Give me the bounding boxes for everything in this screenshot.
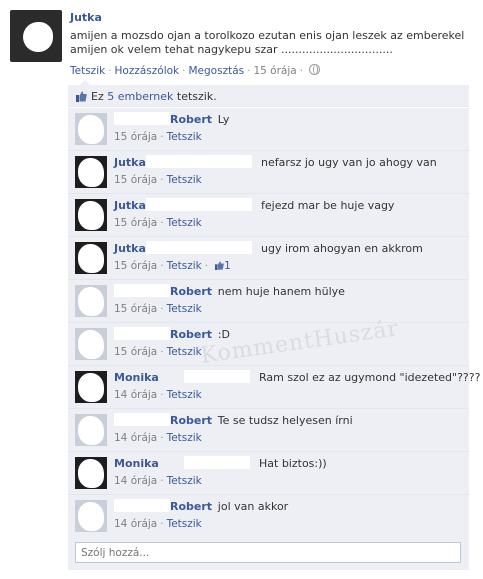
comment-author[interactable]: Jutka <box>114 242 146 255</box>
comment-author[interactable]: Robert <box>170 285 212 298</box>
redaction-box <box>184 370 250 383</box>
comment: Monika Ram szol ez az ugymond "idezeted"?… <box>68 366 480 409</box>
comment-text: Te se tudsz helyesen írni <box>217 414 353 427</box>
like-post-link[interactable]: Tetszik <box>70 65 105 77</box>
comment-like-link[interactable]: Tetszik <box>167 174 202 186</box>
comment-meta: 15 órája · Tetszik <box>114 131 202 143</box>
comment-text: fejezd mar be huje vagy <box>261 199 395 212</box>
comment-avatar[interactable] <box>75 371 107 403</box>
comment-author[interactable]: Robert <box>170 113 212 126</box>
comment: Jutka ugy irom ahogyan en akkrom 15 órája ·… <box>68 237 469 280</box>
comment: Robert Ly 15 órája · Tetszik <box>68 108 469 151</box>
comment-text: Hat biztos:)) <box>259 457 327 470</box>
comment-timestamp[interactable]: 15 órája <box>114 131 157 143</box>
comment: Robert Te se tudsz helyesen írni 14 órája ·… <box>68 409 469 452</box>
comment-meta: 14 órája · Tetszik <box>114 389 202 401</box>
comment-timestamp[interactable]: 15 órája <box>114 260 157 272</box>
comment-text: nefarsz jo ugy van jo ahogy van <box>261 156 437 169</box>
comment-timestamp[interactable]: 15 órája <box>114 174 157 186</box>
comment-text: Ly <box>217 113 230 126</box>
comment-meta: 15 órája · Tetszik <box>114 217 202 229</box>
reply-row <box>68 537 469 570</box>
comment-meta: 14 órája · Tetszik <box>114 432 202 444</box>
comment-like-link[interactable]: Tetszik <box>167 303 202 315</box>
redaction-box <box>146 198 252 211</box>
redaction-box <box>114 413 170 426</box>
comment-meta: 14 órája · Tetszik <box>114 475 202 487</box>
comment: Jutka nefarsz jo ugy van jo ahogy van 15 ó… <box>68 151 469 194</box>
post-meta: Tetszik · Hozzászólok · Megosztás · 15 órája · <box>70 64 321 77</box>
likers-link[interactable]: 5 embernek <box>107 90 173 103</box>
comment-avatar[interactable] <box>75 285 107 317</box>
comment-input[interactable] <box>75 542 461 563</box>
redaction-box <box>114 112 170 125</box>
post-avatar[interactable] <box>10 10 62 62</box>
comment: Robert :D 15 órája · Tetszik <box>68 323 469 366</box>
comment-like-count[interactable]: 1 <box>211 260 231 272</box>
comment: Robert jol van akkor 14 órája · Tetszik <box>68 495 469 538</box>
comment-text: :D <box>217 328 230 341</box>
comment-like-link[interactable]: Tetszik <box>167 432 202 444</box>
comment-meta: 15 órája · Tetszik <box>114 303 202 315</box>
comment-avatar[interactable] <box>75 199 107 231</box>
redaction-box <box>146 155 252 168</box>
comment-avatar[interactable] <box>75 457 107 489</box>
comment-timestamp[interactable]: 14 órája <box>114 432 157 444</box>
comment-text: Ram szol ez az ugymond "idezeted"???? <box>259 371 481 384</box>
comment-post-link[interactable]: Hozzászólok <box>115 65 180 77</box>
globe-icon <box>309 64 321 75</box>
comment-timestamp[interactable]: 15 órája <box>114 303 157 315</box>
comment-avatar[interactable] <box>75 500 107 532</box>
thumbs-up-icon <box>76 91 87 102</box>
comment-avatar[interactable] <box>75 414 107 446</box>
comment-timestamp[interactable]: 14 órája <box>114 518 157 530</box>
comment-text: jol van akkor <box>217 500 289 513</box>
comment-like-link[interactable]: Tetszik <box>167 260 202 272</box>
comment-like-link[interactable]: Tetszik <box>167 475 202 487</box>
comment-author[interactable]: Robert <box>170 328 212 341</box>
comment-meta: 15 órája · Tetszik · 1 <box>114 260 231 272</box>
post-timestamp[interactable]: 15 órája <box>253 65 296 77</box>
comment-author[interactable]: Monika <box>114 457 159 470</box>
comment: Robert nem huje hanem hülye 15 órája · Tetsz… <box>68 280 469 323</box>
thumbs-up-icon <box>215 261 224 270</box>
comment-meta: 15 órája · Tetszik <box>114 174 202 186</box>
comment-like-link[interactable]: Tetszik <box>167 217 202 229</box>
comment-like-link[interactable]: Tetszik <box>167 389 202 401</box>
comment-author[interactable]: Monika <box>114 371 159 384</box>
redaction-box <box>114 284 170 297</box>
redaction-box <box>184 456 250 469</box>
comment-like-link[interactable]: Tetszik <box>167 346 202 358</box>
comment-avatar[interactable] <box>75 113 107 145</box>
comment-author[interactable]: Robert <box>170 500 212 513</box>
redaction-box <box>114 327 170 340</box>
comment-avatar[interactable] <box>75 328 107 360</box>
comment-meta: 15 órája · Tetszik <box>114 346 202 358</box>
comment-like-link[interactable]: Tetszik <box>167 518 202 530</box>
comment-avatar[interactable] <box>75 156 107 188</box>
comment: Monika Hat biztos:)) 14 órája · Tetszik <box>68 452 469 495</box>
comment-text: nem huje hanem hülye <box>217 285 345 298</box>
comment-author[interactable]: Jutka <box>114 156 146 169</box>
comment-author[interactable]: Robert <box>170 414 212 427</box>
redaction-box <box>114 499 170 512</box>
comment-timestamp[interactable]: 15 órája <box>114 217 157 229</box>
comment-timestamp[interactable]: 14 órája <box>114 389 157 401</box>
comment-author[interactable]: Jutka <box>114 199 146 212</box>
comment: Jutka fejezd mar be huje vagy 15 órája · Tet… <box>68 194 469 237</box>
comment-like-link[interactable]: Tetszik <box>167 131 202 143</box>
comment-meta: 14 órája · Tetszik <box>114 518 202 530</box>
comment-avatar[interactable] <box>75 242 107 274</box>
post-text: amijen a mozsdo ojan a torolkozo ezutan … <box>70 29 465 56</box>
comment-timestamp[interactable]: 15 órája <box>114 346 157 358</box>
redaction-box <box>146 241 252 254</box>
post-author[interactable]: Jutka <box>70 11 102 24</box>
likes-summary: Ez 5 embernek tetszik. <box>68 85 469 107</box>
comment-timestamp[interactable]: 14 órája <box>114 475 157 487</box>
share-post-link[interactable]: Megosztás <box>188 65 244 77</box>
comment-text: ugy irom ahogyan en akkrom <box>261 242 423 255</box>
